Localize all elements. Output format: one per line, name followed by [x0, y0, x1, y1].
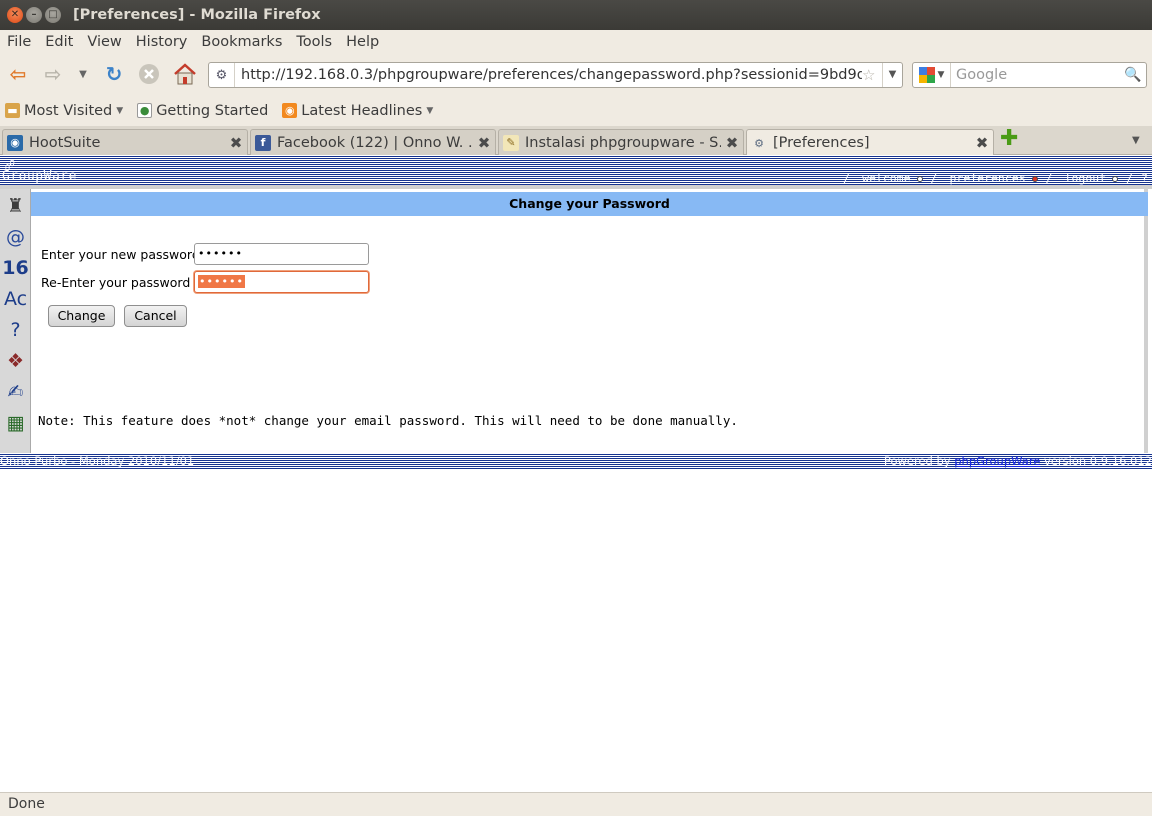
new-password-label: Enter your new password: [41, 247, 200, 262]
reenter-password-field[interactable]: ••••••: [194, 271, 369, 293]
app-sidebar: ♜ @ 16 Ac ? ❖ ✍ ▦: [0, 189, 31, 453]
reload-icon[interactable]: ↻: [102, 62, 126, 86]
tab-close-icon[interactable]: ✖: [473, 134, 495, 152]
status-dot-icon: [916, 176, 923, 182]
status-dot-icon: [1112, 176, 1119, 182]
menu-bar: File Edit View History Bookmarks Tools H…: [0, 30, 1152, 54]
chevron-down-icon: ▼: [116, 105, 124, 116]
footer-powered-by: Powered by phpGroupWare version 0.9.16.0…: [883, 454, 1152, 468]
top-navigation: / welcome / preferences / logout / ?: [843, 171, 1148, 185]
url-text[interactable]: http://192.168.0.3/phpgroupware/preferen…: [235, 67, 862, 83]
nav-logout[interactable]: logout: [1061, 171, 1119, 185]
manual-app-icon[interactable]: ▦: [1, 408, 30, 438]
back-icon[interactable]: ⇦: [5, 62, 31, 86]
tab-list-icon[interactable]: ▼: [1132, 135, 1140, 146]
window-minimize-button[interactable]: –: [26, 7, 42, 23]
history-dropdown-icon[interactable]: ▼: [76, 63, 90, 85]
nav-help[interactable]: ?: [1141, 171, 1148, 185]
menu-view[interactable]: View: [87, 34, 121, 50]
status-dot-icon: [1031, 176, 1038, 182]
panel-title: Change your Password: [31, 192, 1148, 216]
new-tab-icon[interactable]: ✚: [1000, 128, 1018, 150]
cancel-button[interactable]: Cancel: [124, 305, 187, 327]
admin-app-icon[interactable]: ❖: [1, 346, 30, 376]
rss-icon: ◉: [282, 103, 298, 118]
chevron-down-icon: ▼: [426, 105, 434, 116]
selected-password-text: ••••••: [198, 275, 245, 288]
window-close-button[interactable]: ✕: [7, 7, 23, 23]
notes-app-icon[interactable]: ✍: [1, 377, 30, 407]
preferences-icon: ⚙: [754, 136, 764, 150]
tab-bar: ◉ HootSuite ✖ f Facebook (122) | Onno W.…: [0, 126, 1152, 156]
window-titlebar: ✕ – □ [Preferences] - Mozilla Firefox: [0, 0, 1152, 30]
calendar-app-icon[interactable]: 16: [1, 253, 30, 283]
phpgroupware-link[interactable]: phpGroupWare: [954, 454, 1040, 468]
tab-preferences[interactable]: ⚙ [Preferences] ✖: [746, 129, 994, 156]
menu-help[interactable]: Help: [346, 34, 379, 50]
menu-edit[interactable]: Edit: [45, 34, 73, 50]
nav-welcome[interactable]: welcome: [858, 171, 923, 185]
bookmark-star-icon[interactable]: ☆: [862, 66, 882, 84]
search-box[interactable]: ▼ Google 🔍: [912, 62, 1147, 88]
site-identity-icon[interactable]: ⚙: [209, 63, 235, 87]
nav-preferences[interactable]: preferences: [945, 171, 1038, 185]
bookmark-latest-headlines[interactable]: ◉ Latest Headlines ▼: [282, 103, 433, 119]
search-input[interactable]: Google: [951, 67, 1124, 83]
google-icon: [918, 67, 935, 83]
status-bar: Done: [0, 792, 1152, 816]
folder-icon: ▬: [5, 103, 20, 118]
home-app-icon[interactable]: ♜: [1, 191, 30, 221]
menu-file[interactable]: File: [7, 34, 31, 50]
window-maximize-button[interactable]: □: [45, 7, 61, 23]
search-engine-selector[interactable]: ▼: [913, 63, 951, 87]
change-password-panel: Change your Password Enter your new pass…: [31, 189, 1148, 453]
page-icon: ●: [137, 103, 153, 118]
document-icon: ✎: [503, 134, 519, 151]
bookmark-most-visited[interactable]: ▬ Most Visited ▼: [5, 103, 123, 119]
bookmark-getting-started[interactable]: ● Getting Started: [137, 103, 268, 119]
url-dropdown-icon[interactable]: ▼: [882, 63, 902, 87]
url-bar[interactable]: ⚙ http://192.168.0.3/phpgroupware/prefer…: [208, 62, 903, 88]
stop-icon[interactable]: [137, 63, 161, 85]
addressbook-app-icon[interactable]: Ac: [1, 284, 30, 314]
menu-bookmarks[interactable]: Bookmarks: [201, 34, 282, 50]
search-icon[interactable]: 🔍: [1124, 67, 1146, 83]
window-title: [Preferences] - Mozilla Firefox: [73, 7, 321, 23]
navigation-toolbar: ⇦ ⇨ ▼ ↻ ⚙ http://192.168.0.3/phpgroupwar…: [0, 54, 1152, 95]
menu-history[interactable]: History: [136, 34, 188, 50]
change-button[interactable]: Change: [48, 305, 115, 327]
menu-tools[interactable]: Tools: [296, 34, 332, 50]
page-content: ☍ GroupWare / welcome / preferences / lo…: [0, 155, 1152, 792]
new-password-field[interactable]: ••••••: [194, 243, 369, 265]
forward-icon[interactable]: ⇨: [40, 62, 66, 86]
tab-close-icon[interactable]: ✖: [971, 134, 993, 152]
todo-app-icon[interactable]: ?: [1, 315, 30, 345]
note-text: Note: This feature does *not* change you…: [38, 413, 738, 428]
bookmarks-toolbar: ▬ Most Visited ▼ ● Getting Started ◉ Lat…: [0, 95, 1152, 126]
facebook-icon: f: [255, 134, 271, 151]
phpgroupware-logo[interactable]: ☍ GroupWare: [0, 155, 120, 185]
reenter-password-label: Re-Enter your password: [41, 275, 191, 290]
tab-facebook[interactable]: f Facebook (122) | Onno W. ... ✖: [250, 129, 496, 155]
tab-close-icon[interactable]: ✖: [721, 134, 743, 152]
tab-close-icon[interactable]: ✖: [225, 134, 247, 152]
email-app-icon[interactable]: @: [1, 222, 30, 252]
phpgroupware-header: ☍ GroupWare / welcome / preferences / lo…: [0, 155, 1152, 189]
phpgroupware-footer: Onno Purbo - Monday 2010/11/01 Powered b…: [0, 453, 1152, 469]
tab-instalasi[interactable]: ✎ Instalasi phpgroupware - S... ✖: [498, 129, 744, 155]
hootsuite-icon: ◉: [7, 134, 23, 151]
tab-hootsuite[interactable]: ◉ HootSuite ✖: [2, 129, 248, 155]
home-icon[interactable]: [172, 63, 198, 85]
footer-user-date: Onno Purbo - Monday 2010/11/01: [0, 454, 195, 468]
